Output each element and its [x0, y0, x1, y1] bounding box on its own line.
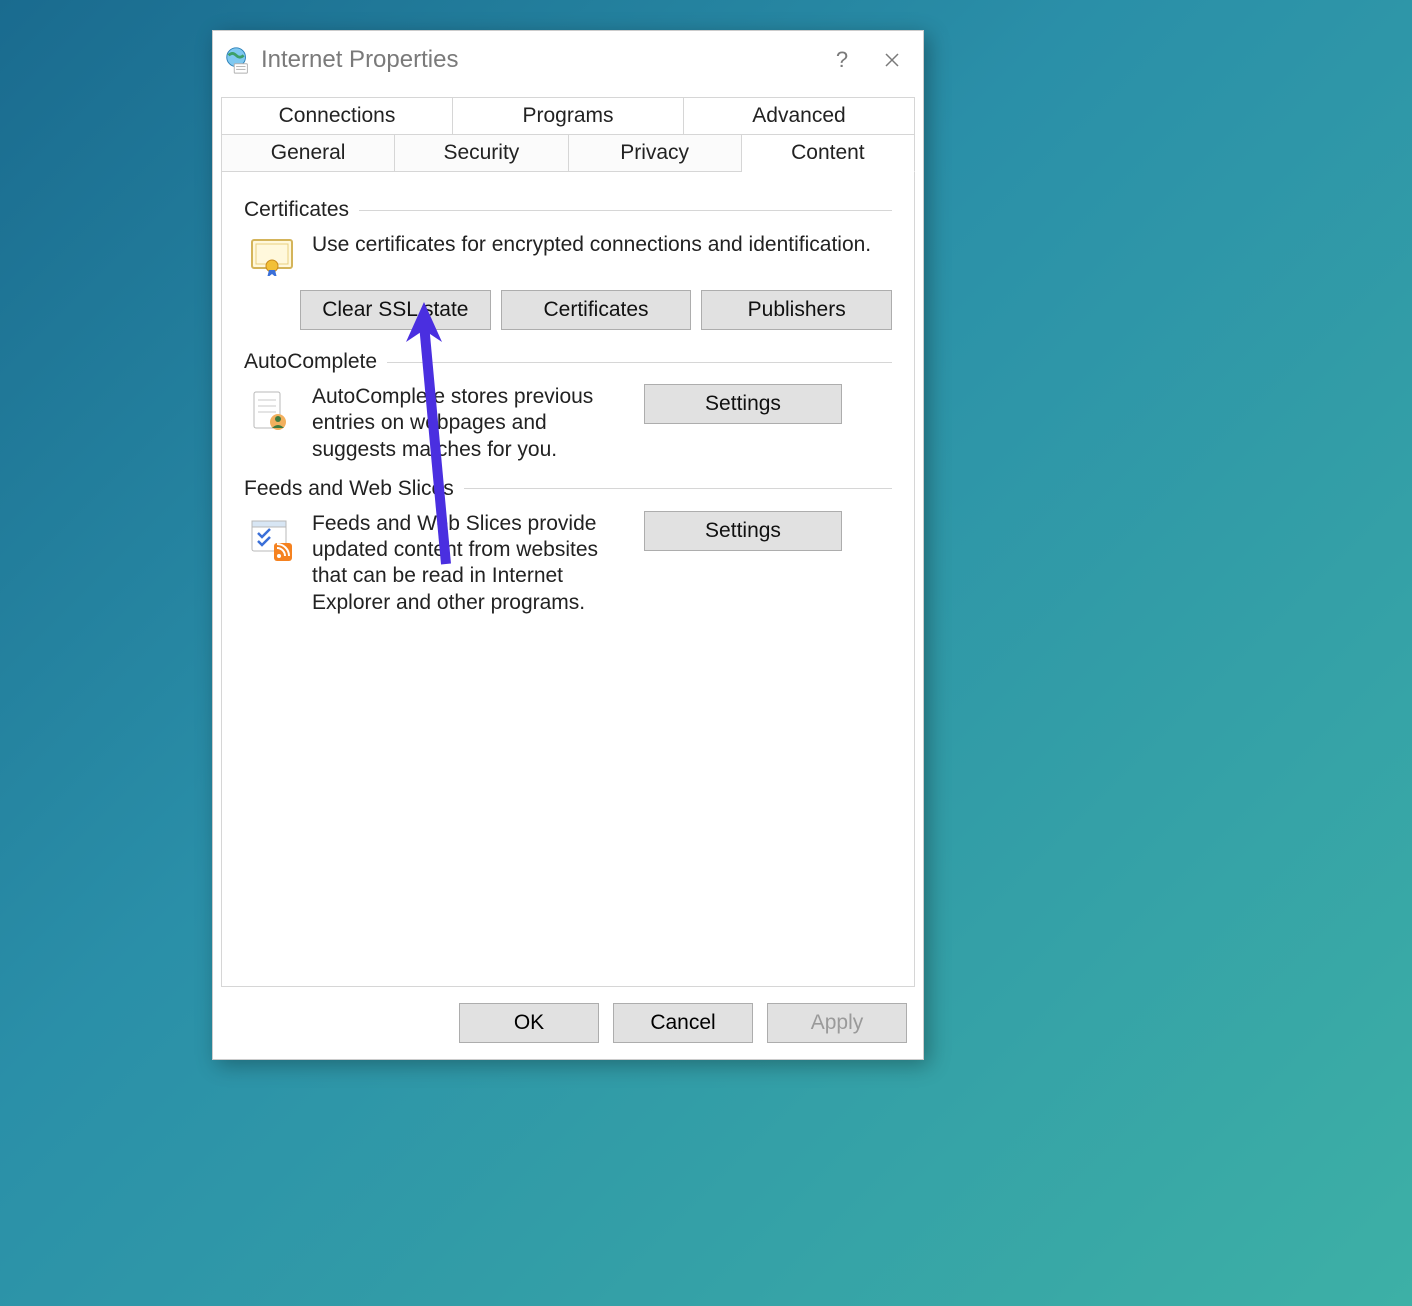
cancel-button[interactable]: Cancel [613, 1003, 753, 1043]
close-button[interactable] [867, 40, 917, 80]
feeds-desc: Feeds and Web Slices provide updated con… [312, 511, 632, 616]
tab-connections[interactable]: Connections [221, 97, 453, 134]
certificates-buttons: Clear SSL state Certificates Publishers [300, 290, 892, 330]
help-button[interactable]: ? [817, 40, 867, 80]
tab-content[interactable]: Content [742, 134, 915, 172]
window-title: Internet Properties [261, 46, 817, 74]
ok-button[interactable]: OK [459, 1003, 599, 1043]
content-tab-panel: Certificates Use certificates for encryp… [221, 172, 915, 987]
certificates-label: Certificates [244, 198, 349, 222]
certificate-icon [244, 232, 300, 276]
feeds-settings-button[interactable]: Settings [644, 511, 842, 551]
tab-advanced[interactable]: Advanced [684, 97, 915, 134]
autocomplete-icon [244, 384, 300, 436]
titlebar: Internet Properties ? [213, 31, 923, 89]
tab-privacy[interactable]: Privacy [569, 134, 742, 172]
internet-properties-dialog: Internet Properties ? Connections Progra… [212, 30, 924, 1060]
tab-programs[interactable]: Programs [453, 97, 684, 134]
apply-button[interactable]: Apply [767, 1003, 907, 1043]
certificates-group-header: Certificates [244, 198, 892, 222]
tab-security[interactable]: Security [395, 134, 568, 172]
feeds-icon [244, 511, 300, 563]
publishers-button[interactable]: Publishers [701, 290, 892, 330]
autocomplete-label: AutoComplete [244, 350, 377, 374]
autocomplete-group-header: AutoComplete [244, 350, 892, 374]
certificates-desc: Use certificates for encrypted connectio… [312, 232, 892, 258]
dialog-footer: OK Cancel Apply [213, 987, 923, 1059]
autocomplete-desc: AutoComplete stores previous entries on … [312, 384, 632, 463]
certificates-button[interactable]: Certificates [501, 290, 692, 330]
internet-options-icon [223, 45, 253, 75]
tab-general[interactable]: General [221, 134, 395, 172]
autocomplete-settings-button[interactable]: Settings [644, 384, 842, 424]
feeds-group-header: Feeds and Web Slices [244, 477, 892, 501]
clear-ssl-state-button[interactable]: Clear SSL state [300, 290, 491, 330]
tabs: Connections Programs Advanced General Se… [221, 97, 915, 172]
feeds-label: Feeds and Web Slices [244, 477, 454, 501]
